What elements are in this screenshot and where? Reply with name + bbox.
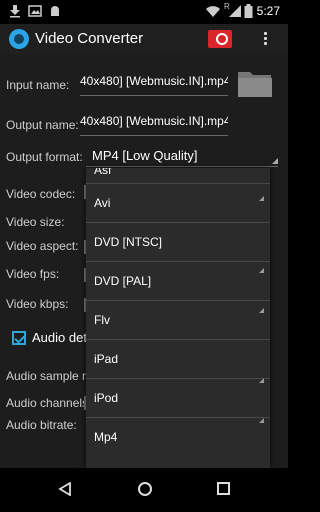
spinner-arrow-icon xyxy=(272,158,278,164)
video-codec-label: Video codec: xyxy=(6,187,76,201)
clock: 5:27 xyxy=(256,4,280,18)
dropdown-option-ipod[interactable]: iPod xyxy=(86,379,270,418)
spinner-underline xyxy=(86,166,278,167)
dropdown-option-dvd-pal[interactable]: DVD [PAL] xyxy=(86,262,270,301)
dropdown-option-ipad[interactable]: iPad xyxy=(86,340,270,379)
converter-form: Input name: 40x480] [Webmusic.IN].mp4 Ou… xyxy=(0,54,288,468)
app-logo-icon xyxy=(9,29,29,49)
dropdown-option-dvd-ntsc[interactable]: DVD [NTSC] xyxy=(86,223,270,262)
android-icon xyxy=(51,6,59,16)
output-format-label: Output format: xyxy=(6,150,83,164)
output-format-dropdown: Asf Avi DVD [NTSC] DVD [PAL] Flv iPad iP… xyxy=(86,168,270,468)
input-name-field[interactable]: 40x480] [Webmusic.IN].mp4 xyxy=(80,74,228,96)
output-name-label: Output name: xyxy=(6,118,79,132)
battery-icon xyxy=(244,4,253,18)
video-kbps-label: Video kbps: xyxy=(6,297,69,311)
image-icon xyxy=(28,5,42,17)
output-name-field[interactable]: 40x480] [Webmusic.IN].mp4 xyxy=(80,114,228,136)
dropdown-option-flv[interactable]: Flv xyxy=(86,301,270,340)
chevron-icon xyxy=(259,196,264,201)
audio-detect-label: Audio det xyxy=(32,330,87,345)
recents-icon[interactable] xyxy=(217,482,230,495)
dropdown-option-mp4[interactable]: Mp4 xyxy=(86,418,270,457)
audio-bitrate-label: Audio bitrate: xyxy=(6,418,77,432)
status-bar: R 5:27 xyxy=(0,0,288,24)
chevron-icon xyxy=(259,378,264,383)
wifi-icon xyxy=(206,6,220,17)
home-icon[interactable] xyxy=(138,482,152,496)
audio-channels-label: Audio channels: xyxy=(6,396,92,410)
audio-sample-rate-label: Audio sample ra xyxy=(6,369,93,383)
audio-detect-checkbox[interactable] xyxy=(12,331,26,345)
chevron-icon xyxy=(259,308,264,313)
output-format-spinner[interactable]: MP4 [Low Quality] xyxy=(92,148,198,163)
dropdown-option-avi[interactable]: Avi xyxy=(86,184,270,223)
video-size-label: Video size: xyxy=(6,215,65,229)
back-icon[interactable] xyxy=(58,482,72,496)
download-icon xyxy=(10,5,20,18)
overflow-menu-icon[interactable] xyxy=(258,30,272,48)
signal-icon xyxy=(229,5,241,17)
video-fps-label: Video fps: xyxy=(6,267,60,281)
chevron-icon xyxy=(259,268,264,273)
chevron-icon xyxy=(259,418,264,423)
folder-icon[interactable] xyxy=(237,68,273,98)
input-name-label: Input name: xyxy=(6,78,70,92)
app-title: Video Converter xyxy=(35,30,144,47)
dropdown-option-asf[interactable]: Asf xyxy=(86,168,270,184)
convert-icon[interactable] xyxy=(208,30,232,48)
video-aspect-label: Video aspect: xyxy=(6,239,79,253)
navigation-bar xyxy=(0,468,288,512)
action-bar: Video Converter xyxy=(0,24,288,54)
